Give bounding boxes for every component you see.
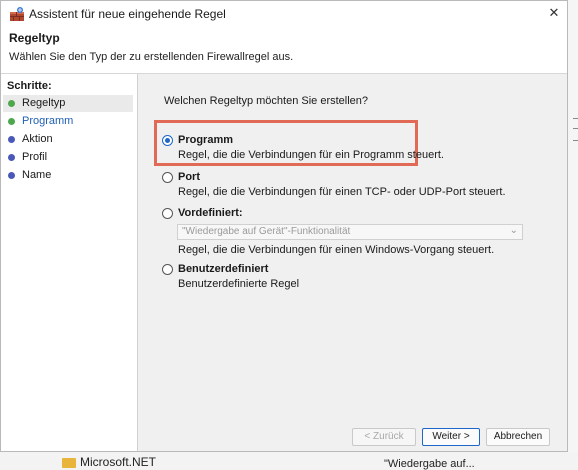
status-dot-icon (8, 100, 15, 107)
step-label: Regeltyp (22, 97, 66, 109)
option-title: Programm (178, 134, 234, 146)
window-title: Assistent für neue eingehende Regel (29, 7, 226, 21)
option-description: Regel, die die Verbindungen für einen Wi… (178, 244, 495, 256)
rule-type-question: Welchen Regeltyp möchten Sie erstellen? (164, 95, 369, 107)
step-label: Name (22, 169, 52, 181)
radio-vordefiniert[interactable] (162, 208, 173, 219)
step-label: Profil (22, 151, 48, 163)
wizard-header: Regeltyp Wählen Sie den Typ der zu erste… (1, 27, 567, 74)
radio-port[interactable] (162, 172, 173, 183)
background-folder-label: Microsoft.NET (80, 455, 157, 469)
folder-icon (62, 458, 76, 468)
steps-label: Schritte: (7, 80, 52, 92)
background-window-edge (568, 0, 578, 470)
back-button[interactable]: < Zurück (352, 428, 416, 446)
option-description: Regel, die die Verbindungen für ein Prog… (178, 149, 444, 161)
firewall-app-icon (10, 7, 24, 21)
step-item-name[interactable]: Name (3, 167, 133, 184)
chevron-down-icon: ⌄ (509, 225, 518, 236)
step-item-aktion[interactable]: Aktion (3, 131, 133, 148)
page-title: Regeltyp (9, 31, 60, 45)
next-button[interactable]: Weiter > (422, 428, 480, 446)
option-description: Regel, die die Verbindungen für einen TC… (178, 186, 506, 198)
option-title: Benutzerdefiniert (178, 263, 269, 275)
titlebar: Assistent für neue eingehende Regel ✕ (1, 1, 567, 27)
radio-programm[interactable] (162, 135, 173, 146)
new-inbound-rule-wizard: Assistent für neue eingehende Regel ✕ Re… (0, 0, 568, 452)
background-mark (573, 140, 578, 141)
cancel-button[interactable]: Abbrechen (486, 428, 550, 446)
steps-sidebar: Schritte: Regeltyp Programm Aktion Profi… (1, 74, 138, 451)
background-right-label: "Wiedergabe auf... (384, 458, 475, 470)
status-dot-icon (8, 154, 15, 161)
close-icon: ✕ (548, 5, 560, 20)
step-item-profil[interactable]: Profil (3, 149, 133, 166)
step-item-regeltyp[interactable]: Regeltyp (3, 95, 133, 112)
page-subtitle: Wählen Sie den Typ der zu erstellenden F… (9, 51, 294, 63)
radio-benutzerdefiniert[interactable] (162, 264, 173, 275)
status-dot-icon (8, 118, 15, 125)
predefined-rule-select[interactable]: "Wiedergabe auf Gerät"-Funktionalität ⌄ (177, 224, 523, 240)
step-item-programm[interactable]: Programm (3, 113, 133, 130)
select-value: "Wiedergabe auf Gerät"-Funktionalität (182, 226, 351, 237)
close-button[interactable]: ✕ (541, 1, 567, 27)
option-description: Benutzerdefinierte Regel (178, 278, 300, 290)
background-mark (573, 128, 578, 129)
background-mark (573, 118, 578, 119)
option-title: Port (178, 171, 200, 183)
step-label: Programm (22, 115, 74, 127)
step-label: Aktion (22, 133, 53, 145)
wizard-content: Welchen Regeltyp möchten Sie erstellen? … (138, 74, 567, 451)
status-dot-icon (8, 136, 15, 143)
option-title: Vordefiniert: (178, 207, 243, 219)
status-dot-icon (8, 172, 15, 179)
